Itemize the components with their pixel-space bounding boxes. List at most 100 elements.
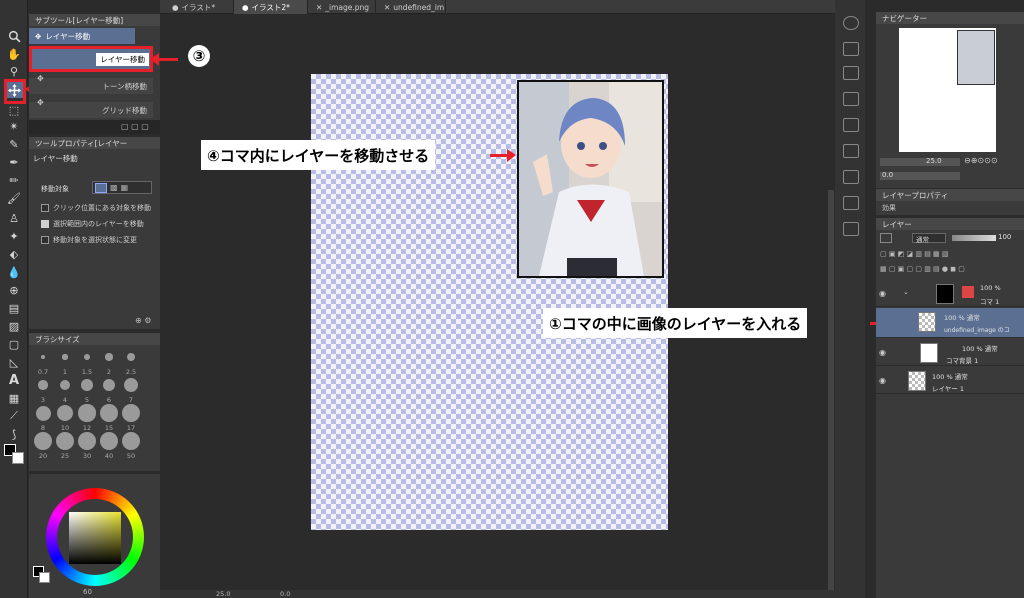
brush-size-dot[interactable] [102,378,116,392]
toolprop-header-label: ツールプロパティ[レイヤー [35,138,128,148]
tab-undefined[interactable]: ✕ undefined_im [376,0,446,14]
brush-size-dot[interactable] [56,432,74,450]
check-select-target[interactable]: 移動対象を選択状態に変更 [41,235,137,245]
hand-icon[interactable]: ✋ [5,46,23,62]
tab-illust[interactable]: ● イラスト* [164,0,234,14]
panel-icon[interactable] [843,196,859,210]
zoom-slider[interactable] [880,158,960,166]
blend-icon[interactable]: 💧 [5,264,23,280]
brush-icon[interactable]: 🖌 [5,190,23,206]
select-icon[interactable]: ⬚ [5,102,23,118]
gradient-icon[interactable]: ▤ [5,300,23,316]
panel-icon[interactable] [843,170,859,184]
panel-icon[interactable] [843,66,859,80]
zoom-icon[interactable] [5,28,23,44]
brush-size-dot[interactable] [41,355,45,359]
brush-size-dot[interactable] [105,353,113,361]
brush-size-dot[interactable] [122,432,140,450]
subtool-item-tone-move[interactable]: トーン柄移動 [29,78,153,94]
check-move-selection[interactable]: 選択範囲内のレイヤーを移動 [41,219,144,229]
brush-size-dot[interactable] [78,404,96,422]
eyedropper-icon[interactable]: ⚲ [5,63,23,79]
opacity-slider[interactable] [952,235,996,241]
eraser-icon[interactable]: ⬖ [5,246,23,262]
brush-size-label: 12 [82,424,92,432]
brush-size-dot[interactable] [100,432,118,450]
eye-icon[interactable]: ◉ [879,348,886,357]
step3-label: ③ [192,47,206,65]
brush-size-dot[interactable] [62,354,68,360]
layer-row-layer1[interactable]: ◉ 100 % 通常 レイヤー 1 [876,368,1024,394]
correction-icon[interactable]: ⟆ [5,426,23,442]
text-icon[interactable]: A [5,372,23,388]
sub-color-icon[interactable] [12,452,24,464]
layer-toolbar-1[interactable]: ▢ ▣ ◩ ◪ ▥ ▤ ▦ ▧ [880,250,1020,260]
brush-size-dot[interactable] [81,379,93,391]
navigator-preview[interactable] [899,28,996,152]
sub-color-swatch[interactable] [39,572,50,583]
layer-row-frame[interactable]: ◉ ⌄ 100 % コマ 1 [876,281,1024,307]
toolprop-title: レイヤー移動 [33,154,78,163]
brush-size-dot[interactable] [35,405,51,421]
panel-icon[interactable] [843,144,859,158]
brush-size-label: 7 [128,396,134,404]
brush-size-label: 5 [84,396,90,404]
fill-icon[interactable]: ⊕ [5,282,23,298]
subtool-group-tab[interactable]: ✥ レイヤー移動 [29,28,135,44]
folder-expand-icon[interactable]: ⌄ [903,288,909,296]
checkbox[interactable] [41,220,49,228]
frame-thumb [936,284,954,304]
balloon-icon[interactable]: ▦ [5,390,23,406]
nav-zoom-buttons[interactable]: ⊖⊕⊙⊙⊙ [964,156,998,165]
settings-icon[interactable]: ⊕ ⚙ [135,316,151,325]
magic-wand-icon[interactable]: ✴ [5,118,23,134]
canvas-scrollbar[interactable] [828,190,834,590]
layer-opacity: 100 % 通常 [932,373,968,381]
brush-size-dot[interactable] [122,404,140,422]
eyedropper2-icon[interactable]: ✎ [5,136,23,152]
layer-toolbar-2[interactable]: ▦ ▢ ▣ ▢ ▢ ▥ ▤ ● ◼ ▢ [880,265,1020,275]
figure-icon[interactable]: ▢ [5,336,23,352]
pen-icon[interactable]: ✒ [5,154,23,170]
frame-image[interactable] [517,80,664,278]
brush-size-dot[interactable] [34,432,52,450]
decoration-icon[interactable]: ✦ [5,228,23,244]
target-grid-icon[interactable]: ▦ [121,183,129,192]
search-icon[interactable] [843,16,859,30]
subtool-item-grid-move[interactable]: グリッド移動 [29,102,153,118]
gradient2-icon[interactable]: ▨ [5,318,23,334]
color-square[interactable] [69,512,121,564]
airbrush-icon[interactable]: ♙ [5,210,23,226]
target-layer-icon[interactable] [95,182,107,193]
brush-size-dot[interactable] [83,353,91,361]
frame-icon[interactable]: ◺ [5,354,23,370]
panel-icon[interactable] [843,222,859,236]
brush-size-dot[interactable] [124,378,138,392]
ruler-icon[interactable]: ⟋ [5,408,23,424]
blend-mode-select[interactable]: 通常 [912,233,946,244]
layer-row-image[interactable]: 100 % 通常 undefined_image のコ [876,308,1024,338]
panel-icon[interactable] [843,42,859,56]
arrow-step4 [490,149,516,162]
panel-icon[interactable] [843,92,859,106]
tab-image[interactable]: ✕ _image.png [308,0,376,14]
toolprop-header: ツールプロパティ[レイヤー [29,137,160,149]
checkbox[interactable] [41,204,49,212]
check-click-target[interactable]: クリック位置にある対象を移動 [41,203,151,213]
checkbox[interactable] [41,236,49,244]
pencil-icon[interactable]: ✏ [5,172,23,188]
brush-size-label: 20 [38,452,48,460]
brush-size-dot[interactable] [59,379,71,391]
brush-size-dot[interactable] [38,380,48,390]
brush-size-dot[interactable] [56,404,74,422]
brush-size-dot[interactable] [78,432,96,450]
tab-illust2[interactable]: ● イラスト2* [234,0,308,14]
eye-icon[interactable]: ◉ [879,376,886,385]
layer-row-frame-bg[interactable]: ◉ 100 % 通常 コマ背景 1 [876,340,1024,366]
move-target-selector[interactable]: ▩ ▦ [92,181,152,194]
eye-icon[interactable]: ◉ [879,289,886,298]
brush-size-dot[interactable] [126,352,136,362]
target-tone-icon[interactable]: ▩ [110,183,118,192]
brush-size-dot[interactable] [100,404,118,422]
panel-icon[interactable] [843,118,859,132]
